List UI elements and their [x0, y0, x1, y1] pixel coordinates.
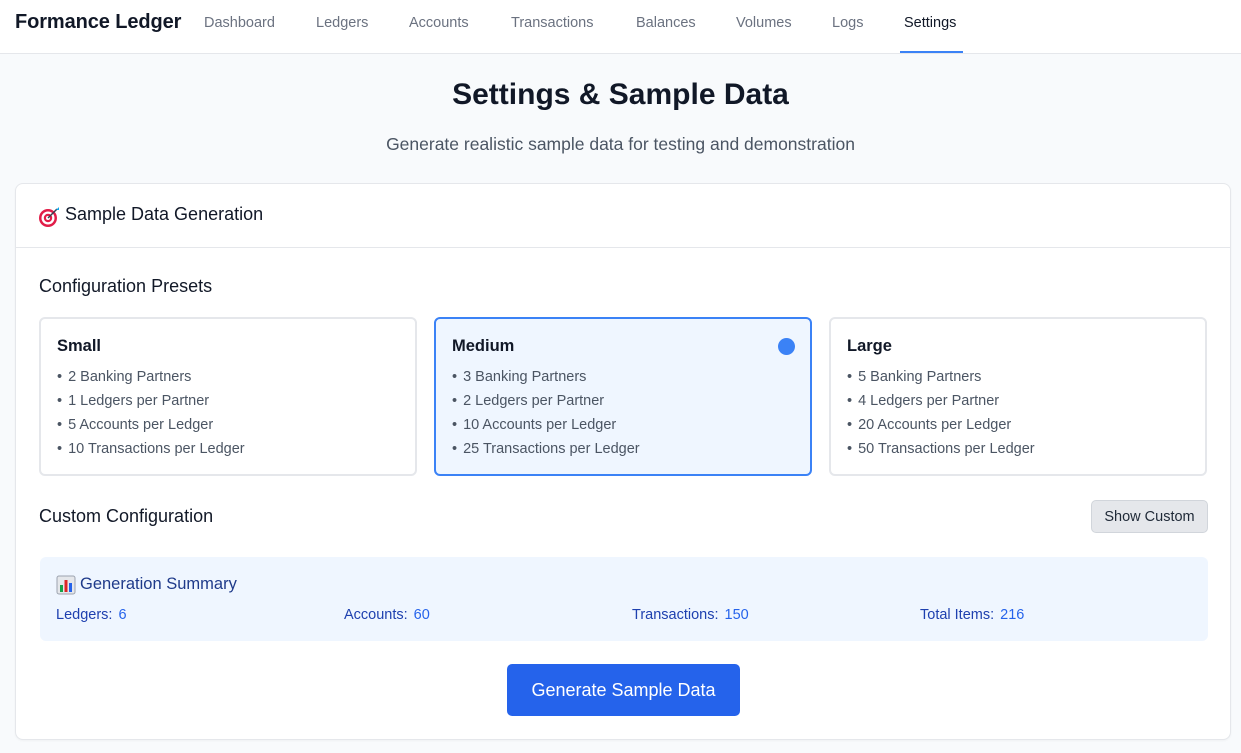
preset-card-small[interactable]: Small • 2 Banking Partners • 1 Ledgers per…	[39, 317, 417, 476]
stat-ledgers: Ledgers: 6	[56, 607, 127, 623]
nav-tab-dashboard[interactable]: Dashboard	[204, 0, 275, 54]
page-subtitle: Generate realistic sample data for testi…	[386, 134, 855, 154]
preset-details: • 2 Banking Partners • 1 Ledgers per Partn…	[57, 368, 245, 464]
bar-chart-icon	[56, 575, 76, 595]
list-item: • 10 Transactions per Ledger	[57, 441, 245, 457]
list-item: • 2 Ledgers per Partner	[452, 393, 605, 409]
list-item: • 3 Banking Partners	[452, 369, 587, 385]
preset-details: • 3 Banking Partners • 2 Ledgers per Partn…	[452, 368, 640, 464]
list-item: • 25 Transactions per Ledger	[452, 441, 640, 457]
presets-heading: Configuration Presets	[39, 276, 213, 296]
sample-data-card: Sample Data Generation Configuration Pre…	[15, 183, 1231, 740]
app-brand[interactable]: Formance Ledger	[15, 11, 181, 34]
nav-tab-transactions[interactable]: Transactions	[511, 0, 593, 54]
nav-tab-volumes[interactable]: Volumes	[736, 0, 792, 54]
nav-tab-ledgers[interactable]: Ledgers	[316, 0, 368, 54]
card-title: Sample Data Generation	[65, 204, 264, 224]
list-item: • 1 Ledgers per Partner	[57, 393, 210, 409]
list-item: • 2 Banking Partners	[57, 369, 192, 385]
nav-tab-accounts[interactable]: Accounts	[409, 0, 469, 54]
target-icon	[39, 207, 59, 227]
nav-tab-logs[interactable]: Logs	[832, 0, 863, 54]
list-item: • 50 Transactions per Ledger	[847, 441, 1035, 457]
generate-sample-data-button[interactable]: Generate Sample Data	[507, 664, 740, 716]
page-title: Settings & Sample Data	[452, 78, 789, 111]
preset-details: • 5 Banking Partners • 4 Ledgers per Partn…	[847, 368, 1035, 464]
active-tab-indicator	[900, 51, 963, 53]
preset-name: Medium	[452, 337, 515, 355]
custom-config-heading: Custom Configuration	[39, 506, 214, 526]
list-item: • 10 Accounts per Ledger	[452, 417, 617, 433]
show-custom-button[interactable]: Show Custom	[1091, 500, 1208, 533]
list-item: • 20 Accounts per Ledger	[847, 417, 1012, 433]
nav-tab-settings[interactable]: Settings	[904, 0, 956, 54]
list-item: • 5 Banking Partners	[847, 369, 982, 385]
list-item: • 4 Ledgers per Partner	[847, 393, 1000, 409]
preset-name: Large	[847, 337, 892, 355]
list-item: • 5 Accounts per Ledger	[57, 417, 214, 433]
preset-name: Small	[57, 337, 102, 355]
preset-card-large[interactable]: Large • 5 Banking Partners • 4 Ledgers per…	[829, 317, 1207, 476]
card-header: Sample Data Generation	[16, 184, 1230, 248]
nav-tab-balances[interactable]: Balances	[636, 0, 696, 54]
selected-indicator-icon	[778, 338, 795, 355]
summary-title: Generation Summary	[80, 575, 237, 593]
stat-transactions: Transactions: 150	[632, 607, 749, 623]
preset-card-medium[interactable]: Medium • 3 Banking Partners • 2 Ledgers pe…	[434, 317, 812, 476]
top-navigation-bar: Formance Ledger Dashboard Ledgers Accoun…	[0, 0, 1241, 54]
stat-total-items: Total Items: 216	[920, 607, 1025, 623]
stat-accounts: Accounts: 60	[344, 607, 430, 623]
generation-summary: Generation Summary Ledgers: 6 Accounts: 60…	[40, 557, 1208, 641]
